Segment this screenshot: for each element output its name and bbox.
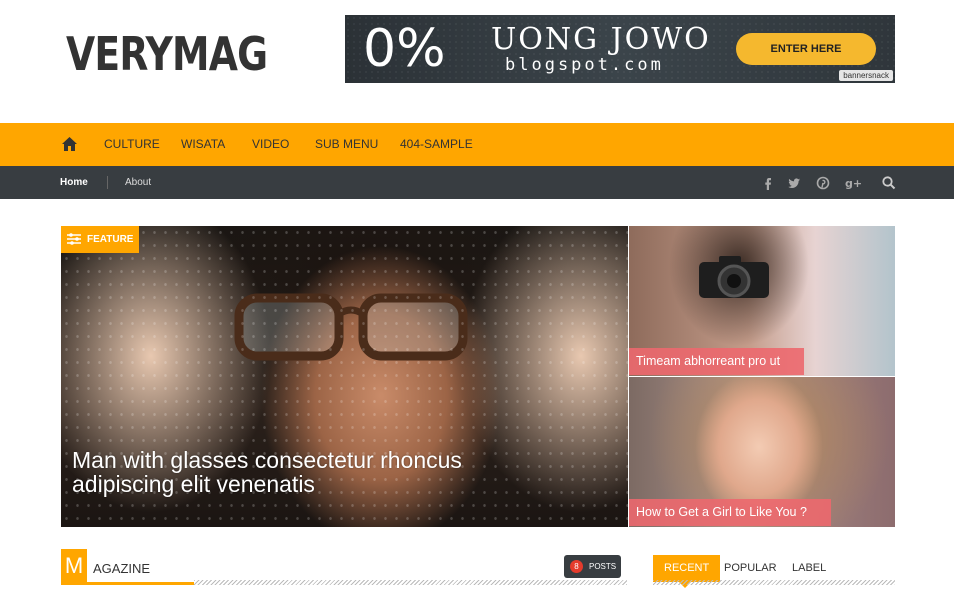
tabs-divider: [653, 580, 895, 585]
nav-item-video[interactable]: VIDEO: [252, 123, 289, 166]
google-plus-icon[interactable]: g+: [843, 174, 862, 192]
feature-badge[interactable]: FEATURE: [61, 226, 140, 253]
banner-enter-button[interactable]: ENTER HERE: [736, 33, 876, 65]
nav-item-sub-menu[interactable]: SUB MENU: [315, 123, 378, 166]
facebook-icon[interactable]: [759, 174, 777, 192]
featured-side-card[interactable]: How to Get a Girl to Like You ?: [629, 377, 895, 527]
subnav-home-link[interactable]: Home: [60, 166, 88, 199]
search-icon[interactable]: [880, 174, 898, 192]
tab-label[interactable]: LABEL: [792, 555, 826, 582]
tab-popular[interactable]: POPULAR: [724, 555, 777, 582]
feature-badge-label: FEATURE: [87, 234, 134, 245]
banner-brand: UONG JOWO: [491, 22, 711, 57]
tab-recent[interactable]: RECENT: [653, 555, 721, 588]
sliders-icon: [67, 233, 81, 245]
site-logo[interactable]: VERYMAG: [66, 26, 268, 82]
twitter-icon[interactable]: [785, 174, 803, 192]
heading-divider: [194, 580, 627, 585]
heading-underline: [61, 582, 194, 585]
camera-illustration: [699, 256, 769, 298]
main-navigation: CULTURE WISATA VIDEO SUB MENU 404-SAMPLE: [0, 123, 954, 166]
ad-banner[interactable]: 0% UONG JOWO blogspot.com ENTER HERE ban…: [345, 15, 895, 83]
posts-label: POSTS: [589, 562, 617, 571]
magazine-heading: AGAZINE: [93, 561, 151, 576]
banner-provider-tag: bannersnack: [839, 70, 893, 81]
posts-button[interactable]: 8 POSTS: [564, 555, 621, 578]
nav-item-404-sample[interactable]: 404-SAMPLE: [400, 123, 473, 166]
side-card-title[interactable]: Timeam abhorreant pro ut: [629, 348, 805, 375]
home-icon[interactable]: [61, 136, 78, 152]
nav-item-culture[interactable]: CULTURE: [104, 123, 160, 166]
side-card-title[interactable]: How to Get a Girl to Like You ?: [629, 499, 831, 526]
featured-side-card[interactable]: Timeam abhorreant pro ut: [629, 226, 895, 376]
magazine-heading-initial: M: [61, 549, 87, 583]
posts-count-badge: 8: [570, 560, 583, 573]
svg-text:g+: g+: [845, 177, 861, 190]
banner-subtitle: blogspot.com: [505, 55, 664, 75]
subnav-about-link[interactable]: About: [125, 166, 151, 199]
secondary-navigation: Home About g+: [0, 166, 954, 199]
featured-main-title[interactable]: Man with glasses consectetur rhoncus adi…: [72, 448, 492, 496]
subnav-divider: [107, 176, 108, 189]
nav-item-wisata[interactable]: WISATA: [181, 123, 225, 166]
pinterest-icon[interactable]: [814, 174, 832, 192]
glasses-illustration: [234, 293, 468, 361]
banner-discount: 0%: [363, 19, 446, 79]
